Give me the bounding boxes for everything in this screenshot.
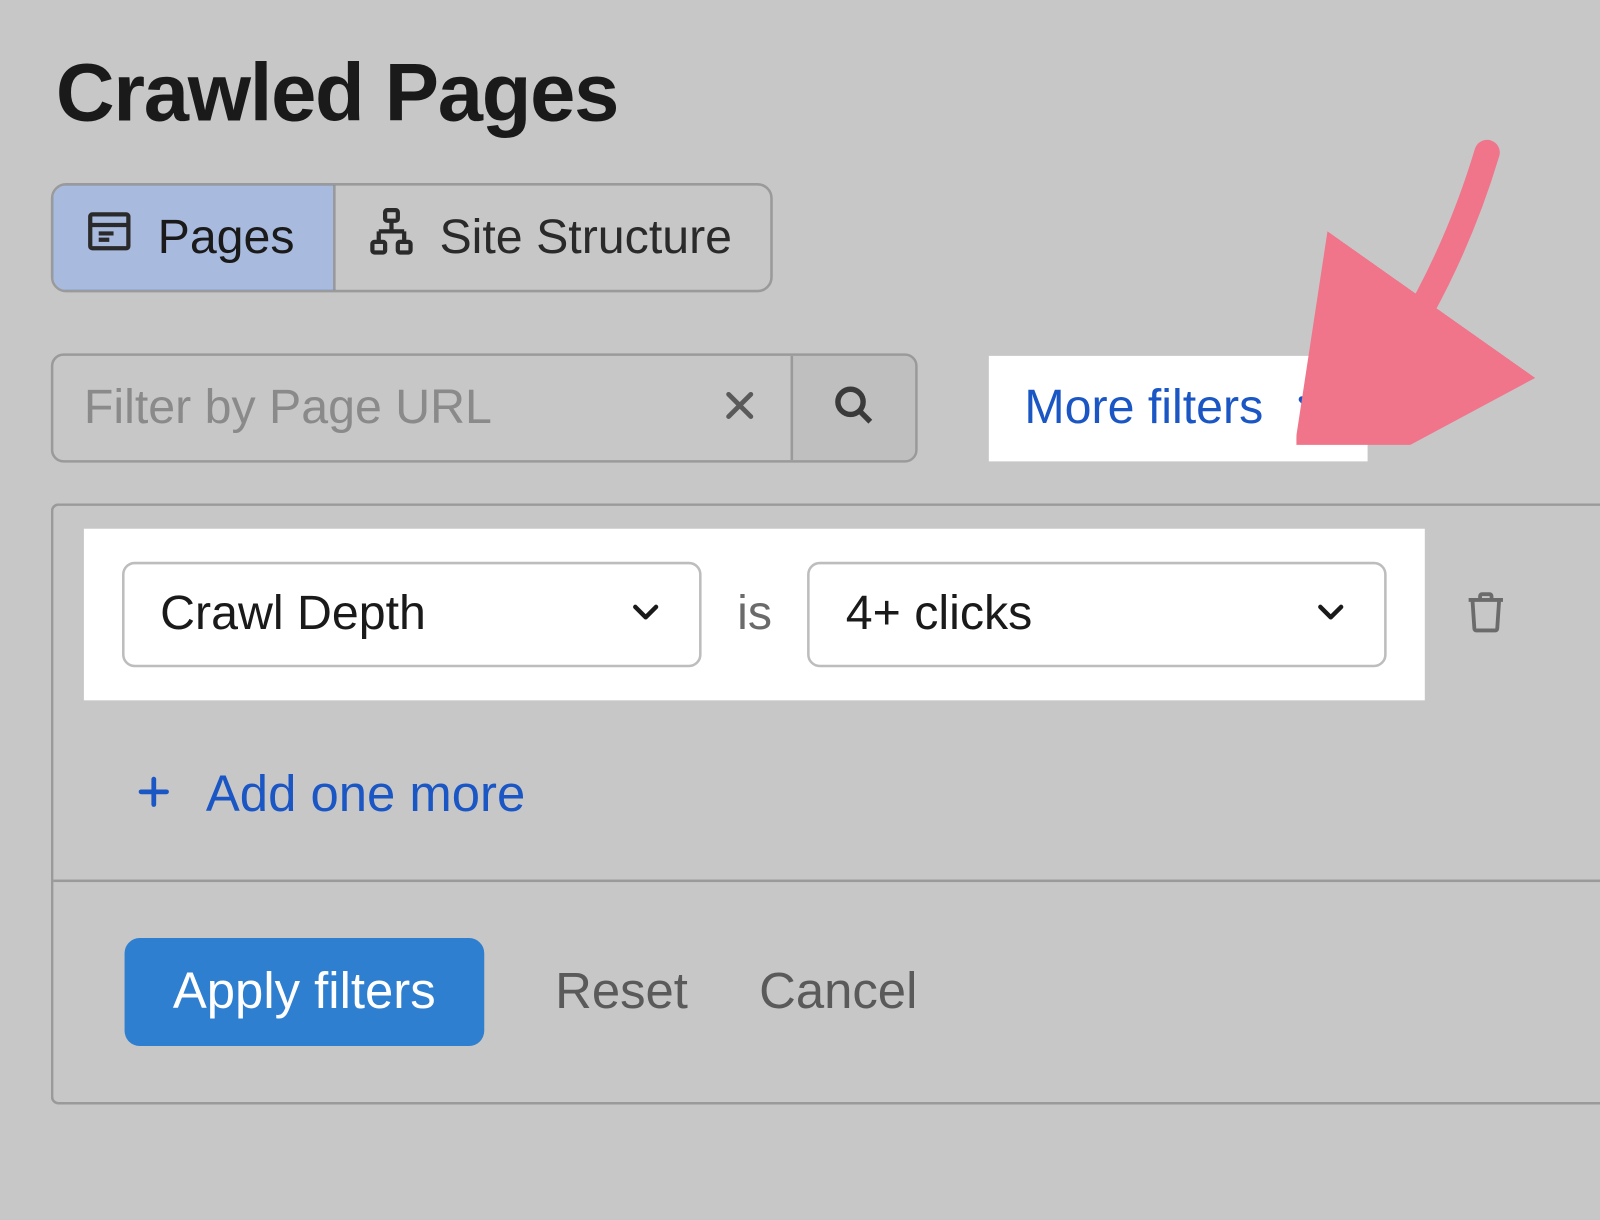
filter-value: 4+ clicks: [846, 587, 1033, 642]
close-icon: [721, 386, 759, 430]
apply-button[interactable]: Apply filters: [125, 938, 484, 1046]
page-icon: [84, 206, 135, 270]
filter-panel: Crawl Depth is 4+ clicks: [51, 503, 1600, 1104]
plus-icon: [135, 766, 173, 823]
more-filters-toggle[interactable]: More filters: [989, 355, 1368, 460]
clear-button[interactable]: [689, 356, 791, 460]
reset-button[interactable]: Reset: [555, 963, 688, 1020]
chevron-down-icon: [1294, 381, 1332, 436]
filter-value-dropdown[interactable]: 4+ clicks: [808, 562, 1388, 667]
search-input[interactable]: [53, 356, 689, 460]
chevron-down-icon: [628, 587, 664, 642]
delete-filter-button[interactable]: [1463, 586, 1509, 643]
filter-row: Crawl Depth is 4+ clicks: [53, 506, 1600, 723]
search-box: [51, 353, 918, 462]
tab-pages-label: Pages: [158, 210, 295, 265]
more-filters-label: More filters: [1024, 381, 1263, 436]
tab-pages[interactable]: Pages: [51, 183, 335, 292]
sitemap-icon: [366, 206, 417, 270]
chevron-down-icon: [1314, 587, 1350, 642]
filter-row-highlight: Crawl Depth is 4+ clicks: [84, 529, 1425, 701]
filter-operator: is: [737, 587, 772, 642]
trash-icon: [1463, 586, 1509, 643]
page-title: Crawled Pages: [0, 0, 1600, 140]
tab-structure-label: Site Structure: [439, 210, 732, 265]
tabs: Pages Site Structure: [51, 183, 773, 292]
search-icon: [833, 383, 876, 433]
filter-field-dropdown[interactable]: Crawl Depth: [122, 562, 702, 667]
filter-footer: Apply filters Reset Cancel: [53, 880, 1600, 1102]
tab-site-structure[interactable]: Site Structure: [333, 186, 771, 290]
search-button[interactable]: [791, 356, 916, 460]
filter-field-value: Crawl Depth: [160, 587, 426, 642]
cancel-button[interactable]: Cancel: [759, 963, 917, 1020]
add-filter-label: Add one more: [206, 766, 525, 823]
add-filter-button[interactable]: Add one more: [53, 723, 525, 879]
